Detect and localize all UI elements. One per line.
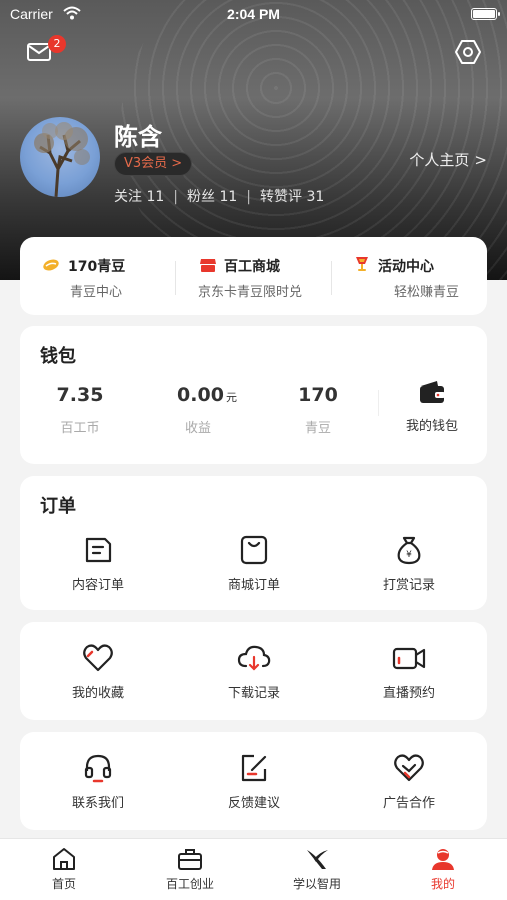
- beans-label: 青豆: [304, 421, 331, 436]
- fans-stat[interactable]: 粉丝 11: [187, 189, 237, 205]
- feedback-button[interactable]: 反馈建议: [189, 752, 319, 811]
- order-label: 商城订单: [227, 578, 280, 593]
- avatar[interactable]: [20, 117, 100, 197]
- bean-icon: [43, 259, 59, 271]
- handshake-icon: [394, 754, 424, 782]
- beans-value: 170: [298, 384, 338, 406]
- tab-label: 我的: [430, 877, 455, 891]
- income-value: 0.00 元: [177, 384, 237, 406]
- follow-count: 11: [146, 189, 165, 205]
- homepage-link[interactable]: 个人主页 >: [409, 149, 487, 170]
- mall-order-icon: [240, 535, 268, 565]
- divider: [378, 390, 379, 416]
- person-icon: [432, 849, 454, 870]
- battery-icon: [471, 8, 500, 20]
- home-icon: [53, 848, 75, 870]
- tab-startup[interactable]: 百工创业: [140, 847, 240, 892]
- shop-icon: [200, 259, 216, 272]
- svg-text:¥: ¥: [406, 550, 412, 560]
- tab-label: 学以智用: [292, 877, 341, 891]
- fans-count: 11: [219, 189, 238, 205]
- briefcase-icon: [178, 849, 202, 870]
- settings-icon[interactable]: [454, 38, 482, 66]
- quick-links-card: 170青豆 青豆中心 百工商城 京东卡青豆限时兑 活动中心 轻松赚青豆: [20, 237, 487, 315]
- my-wallet-label: 我的钱包: [405, 419, 458, 434]
- orders-title: 订单: [40, 496, 76, 517]
- user-name: 陈含: [114, 123, 162, 151]
- tab-home[interactable]: 首页: [14, 847, 114, 892]
- service-label: 广告合作: [382, 796, 435, 811]
- tab-bar: 首页 百工创业 学以智用 我的: [0, 838, 507, 900]
- wallet-icon: [420, 381, 445, 403]
- repost-stat[interactable]: 转赞评 31: [260, 189, 324, 205]
- coins-label: 百工币: [60, 421, 100, 436]
- tab-label: 首页: [51, 877, 76, 891]
- status-time: 2:04 PM: [227, 6, 280, 22]
- order-label: 打赏记录: [382, 578, 435, 593]
- quick-sub: 青豆中心: [70, 285, 123, 300]
- service-label: 直播预约: [382, 686, 435, 701]
- logo-x-icon: [307, 850, 328, 869]
- quick-title: 活动中心: [378, 259, 434, 275]
- wallet-title: 钱包: [40, 346, 76, 367]
- money-bag-icon: ¥: [397, 536, 421, 565]
- content-order-icon: [85, 537, 112, 563]
- orders-card: 订单 内容订单 商城订单 ¥ 打赏记录: [20, 476, 487, 610]
- follow-stat[interactable]: 关注 11: [114, 189, 164, 205]
- trophy-icon: [356, 257, 368, 271]
- repost-count: 31: [306, 189, 325, 205]
- favorites-button[interactable]: 我的收藏: [33, 642, 163, 701]
- ad-cooperation-button[interactable]: 广告合作: [344, 752, 474, 811]
- video-camera-icon: [392, 647, 426, 670]
- mail-badge: 2: [48, 35, 66, 53]
- tab-label: 百工创业: [165, 877, 214, 891]
- coins-value: 7.35: [56, 384, 104, 406]
- status-bar: Carrier 2:04 PM: [0, 0, 507, 28]
- repost-label: 转赞评: [260, 189, 302, 205]
- avatar-photo: [34, 122, 90, 197]
- order-label: 内容订单: [71, 578, 124, 593]
- quick-title: 百工商城: [224, 259, 280, 275]
- tab-mine[interactable]: 我的: [393, 847, 493, 892]
- stat-divider: |: [173, 189, 178, 205]
- quick-item-shop[interactable]: 百工商城 京东卡青豆限时兑: [175, 237, 331, 315]
- quick-item-activity[interactable]: 活动中心 轻松赚青豆: [331, 237, 487, 315]
- cloud-download-icon: [237, 645, 271, 671]
- mall-order-button[interactable]: 商城订单: [189, 534, 319, 593]
- services-card-2: 联系我们 反馈建议 广告合作: [20, 732, 487, 830]
- reward-record-button[interactable]: ¥ 打赏记录: [344, 534, 474, 593]
- service-label: 下载记录: [227, 686, 280, 701]
- edit-icon: [241, 754, 267, 782]
- my-wallet-button[interactable]: 我的钱包: [382, 380, 482, 434]
- service-label: 反馈建议: [227, 796, 280, 811]
- tab-learn[interactable]: 学以智用: [267, 847, 367, 892]
- live-reservation-button[interactable]: 直播预约: [344, 642, 474, 701]
- quick-title: 170青豆: [68, 259, 126, 275]
- quick-sub: 轻松赚青豆: [394, 285, 460, 300]
- downloads-button[interactable]: 下载记录: [189, 642, 319, 701]
- service-label: 我的收藏: [71, 686, 124, 701]
- homepage-label: 个人主页: [409, 151, 470, 169]
- income-label: 收益: [184, 421, 211, 436]
- profile-stats: 关注 11 | 粉丝 11 | 转赞评 31: [114, 186, 324, 206]
- quick-sub: 京东卡青豆限时兑: [198, 285, 303, 300]
- service-label: 联系我们: [71, 796, 124, 811]
- income-unit: 元: [225, 391, 237, 404]
- chevron-right-icon: >: [474, 151, 487, 169]
- vip-badge[interactable]: V3会员 >: [114, 152, 193, 176]
- services-card-1: 我的收藏 下载记录 直播预约: [20, 622, 487, 720]
- quick-item-beans[interactable]: 170青豆 青豆中心: [20, 237, 175, 315]
- content-order-button[interactable]: 内容订单: [33, 534, 163, 593]
- heart-icon: [83, 644, 113, 672]
- wallet-card: 钱包 7.35 百工币 0.00 元 收益 170 青豆 我的钱包: [20, 326, 487, 464]
- stat-divider: |: [246, 189, 251, 205]
- contact-us-button[interactable]: 联系我们: [33, 752, 163, 811]
- headset-icon: [84, 754, 112, 783]
- fans-label: 粉丝: [187, 189, 215, 205]
- follow-label: 关注: [114, 189, 142, 205]
